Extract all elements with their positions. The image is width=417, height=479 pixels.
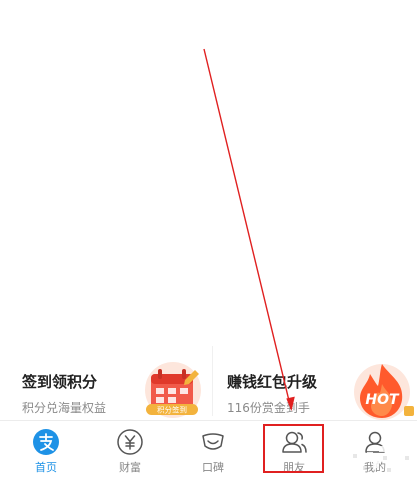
alipay-logo-icon bbox=[33, 429, 59, 455]
koubei-smile-icon bbox=[202, 433, 224, 450]
flame-icon: HOT bbox=[354, 364, 414, 420]
tab-label: 口碑 bbox=[202, 461, 224, 474]
hot-label: HOT bbox=[365, 392, 400, 408]
calendar-icon: 积分签到 bbox=[145, 362, 201, 418]
content-area bbox=[0, 0, 417, 338]
promo-card-sign-in[interactable]: 签到领积分 积分兑海量权益 积分签到 bbox=[0, 338, 212, 420]
promo-subtitle: 积分兑海量权益 bbox=[22, 401, 107, 415]
annotation-highlight-box bbox=[263, 424, 324, 473]
promo-subtitle: 116份赏金到手 bbox=[227, 401, 310, 415]
yen-coin-icon bbox=[117, 429, 143, 455]
tab-label: 首页 bbox=[35, 461, 57, 474]
tab-home[interactable]: 首页 bbox=[4, 421, 88, 479]
watermark-icon bbox=[347, 446, 409, 472]
promo-title: 签到领积分 bbox=[22, 373, 98, 391]
tab-koubei[interactable]: 口碑 bbox=[171, 421, 255, 479]
promo-strip: 签到领积分 积分兑海量权益 积分签到 赚钱红包升级 116份赏金到手 HOT bbox=[0, 338, 417, 420]
tab-wealth[interactable]: 财富 bbox=[88, 421, 172, 479]
promo-title: 赚钱红包升级 bbox=[227, 373, 318, 391]
tab-label: 财富 bbox=[119, 461, 141, 474]
calendar-badge-label: 积分签到 bbox=[157, 405, 187, 415]
promo-card-red-packet[interactable]: 赚钱红包升级 116份赏金到手 HOT bbox=[213, 338, 417, 420]
